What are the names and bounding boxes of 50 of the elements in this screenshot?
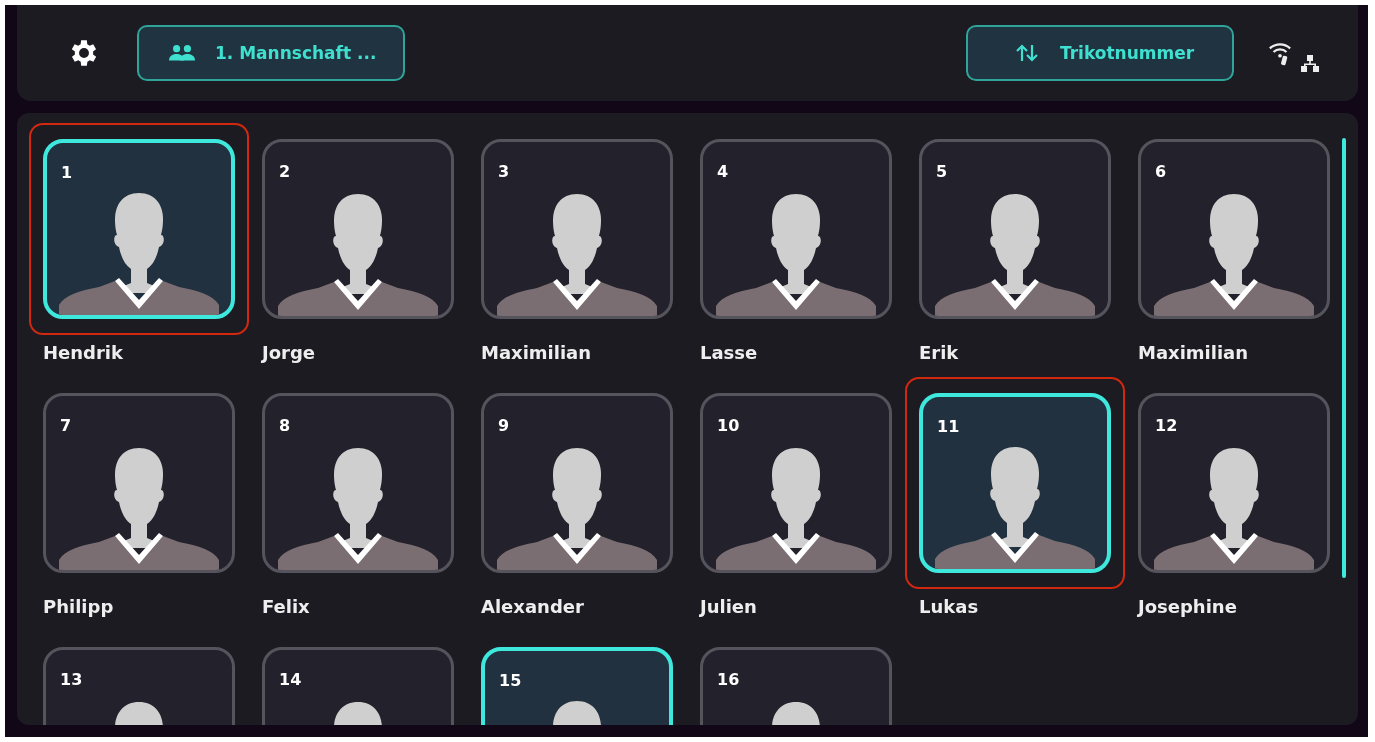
jersey-number: 11 <box>937 417 960 436</box>
player-name: Maximilian <box>481 341 593 365</box>
jersey-number: 14 <box>279 670 302 689</box>
jersey-number: 2 <box>279 162 291 181</box>
player-card[interactable]: 2 <box>262 139 454 319</box>
player-card[interactable]: 6 <box>1138 139 1330 319</box>
jersey-number: 3 <box>498 162 510 181</box>
sort-icon <box>1014 43 1040 63</box>
jersey-number: 5 <box>936 162 948 181</box>
network-icon <box>1300 55 1320 73</box>
player-card[interactable]: 14 <box>262 647 454 725</box>
jersey-number: 6 <box>1155 162 1167 181</box>
player-name: Jorge <box>262 341 317 365</box>
player-card[interactable]: 9 <box>481 393 673 573</box>
scrollbar[interactable] <box>1342 138 1346 578</box>
player-card[interactable]: 10 <box>700 393 892 573</box>
player-card[interactable]: 15 <box>481 647 673 725</box>
jersey-number: 12 <box>1155 416 1178 435</box>
player-name: Hendrik <box>43 341 124 365</box>
player-name: Alexander <box>481 595 585 619</box>
jersey-number: 16 <box>717 670 740 689</box>
player-name: Erik <box>919 341 960 365</box>
player-name: Lasse <box>700 341 759 365</box>
jersey-number: 8 <box>279 416 291 435</box>
jersey-number: 7 <box>60 416 72 435</box>
player-name: Lukas <box>919 595 980 619</box>
player-card[interactable]: 4 <box>700 139 892 319</box>
jersey-number: 10 <box>717 416 740 435</box>
jersey-number: 13 <box>60 670 83 689</box>
player-card[interactable]: 11 <box>919 393 1111 573</box>
jersey-number: 1 <box>61 163 73 182</box>
jersey-number: 15 <box>499 671 522 690</box>
player-card[interactable]: 8 <box>262 393 454 573</box>
player-name: Josephine <box>1138 595 1238 619</box>
player-name: Maximilian <box>1138 341 1250 365</box>
player-name: Philipp <box>43 595 115 619</box>
people-icon <box>169 43 195 63</box>
player-card[interactable]: 5 <box>919 139 1111 319</box>
player-card[interactable]: 7 <box>43 393 235 573</box>
player-card[interactable]: 16 <box>700 647 892 725</box>
player-card[interactable]: 3 <box>481 139 673 319</box>
jersey-number: 9 <box>498 416 510 435</box>
jersey-number: 4 <box>717 162 729 181</box>
player-card[interactable]: 12 <box>1138 393 1330 573</box>
player-name: Julien <box>700 595 758 619</box>
player-card[interactable]: 1 <box>43 139 235 319</box>
team-button[interactable]: 1. Mannschaft ... <box>137 25 405 81</box>
player-card[interactable]: 13 <box>43 647 235 725</box>
sort-button[interactable]: Trikotnummer <box>966 25 1234 81</box>
player-name: Felix <box>262 595 311 619</box>
